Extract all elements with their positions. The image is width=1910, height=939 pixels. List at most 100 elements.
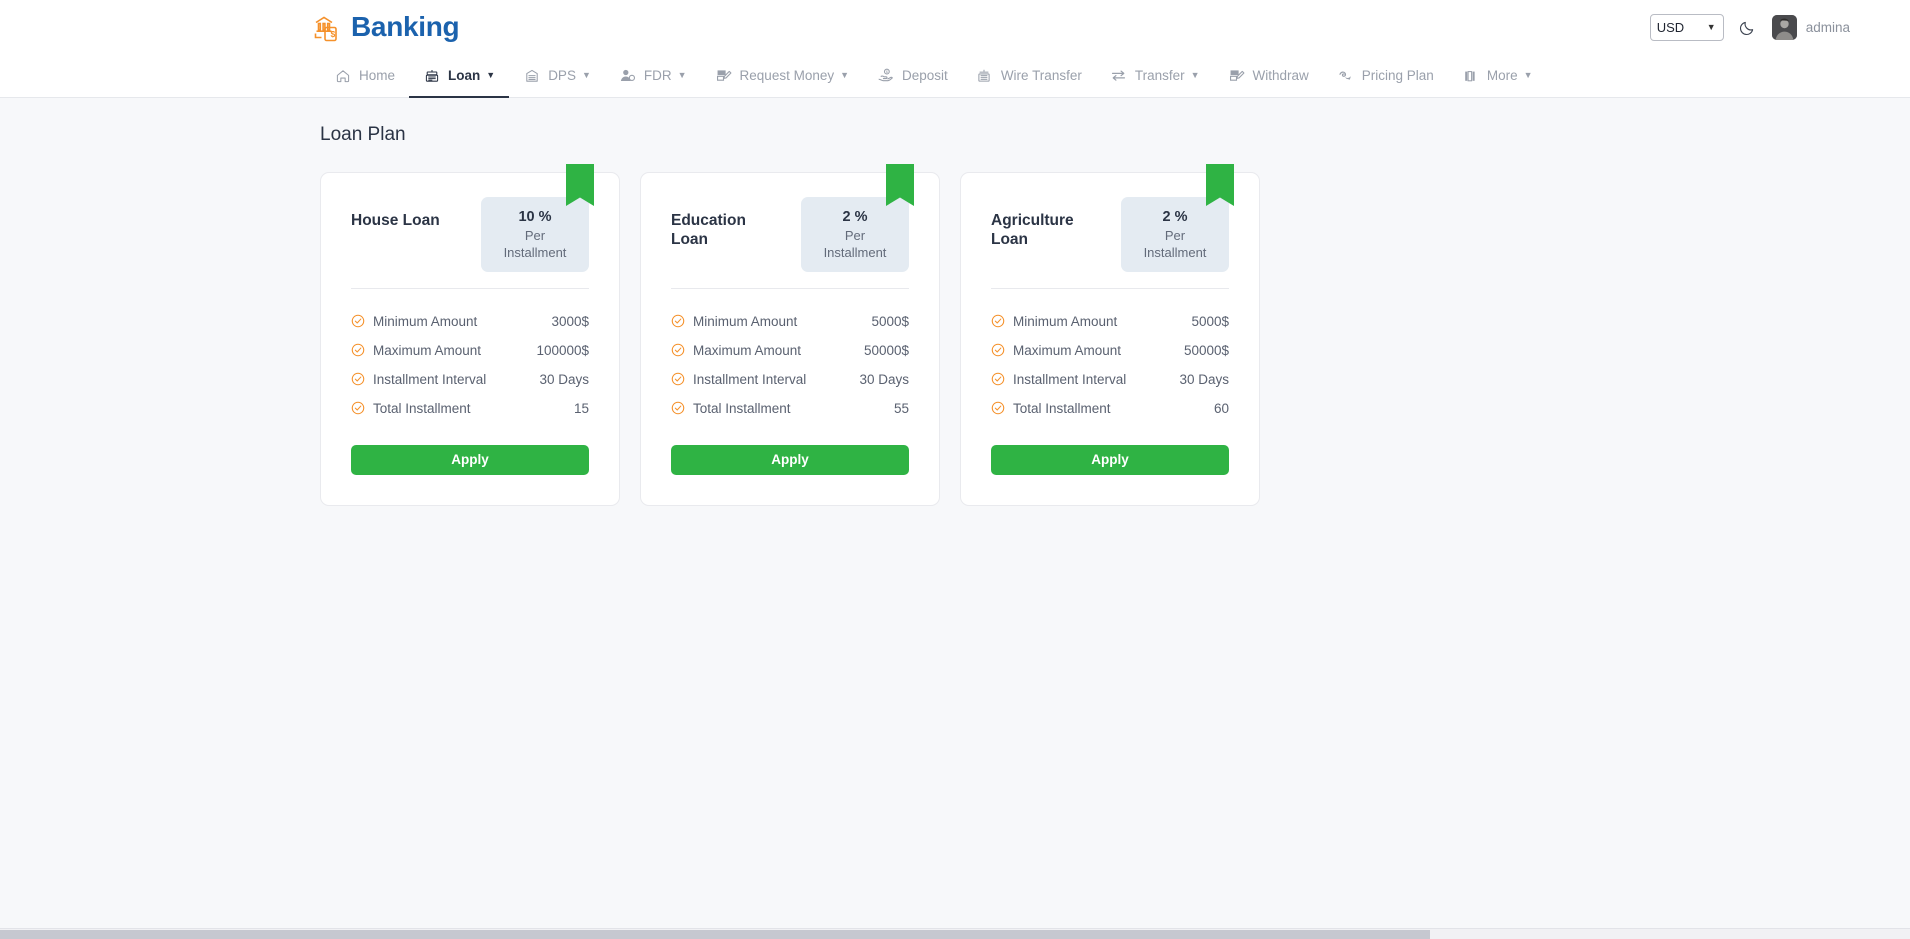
feature-label: Installment Interval	[373, 371, 487, 387]
check-circle-icon	[351, 315, 365, 328]
horizontal-scrollbar[interactable]	[0, 928, 1910, 939]
feature-row: Minimum Amount 5000$	[991, 307, 1229, 336]
feature-row: Total Installment 55	[671, 394, 909, 423]
check-circle-icon	[991, 402, 1005, 415]
brand-logo[interactable]: $ Banking	[311, 10, 460, 44]
feature-label: Maximum Amount	[693, 342, 802, 358]
apply-button[interactable]: Apply	[351, 444, 589, 475]
page-title: Loan Plan	[320, 124, 406, 145]
nav-label: Home	[359, 67, 396, 83]
rate-percent: 2 %	[842, 209, 868, 225]
card-header: Agriculture Loan 2 % Per Installment	[991, 197, 1229, 272]
nav-item-request-money[interactable]: Request Money ▼	[701, 54, 863, 97]
scrollbar-thumb[interactable]	[0, 930, 1430, 939]
feature-label: Total Installment	[1013, 400, 1111, 416]
nav-item-pricing-plan[interactable]: Pricing Plan	[1323, 54, 1448, 97]
feature-label: Minimum Amount	[693, 313, 798, 329]
nav-item-loan[interactable]: Loan ▼	[409, 54, 510, 98]
check-circle-icon	[991, 344, 1005, 357]
feature-value: 50000$	[863, 342, 909, 358]
check-circle-icon	[991, 373, 1005, 386]
transfer-icon	[1110, 67, 1127, 84]
feature-row: Minimum Amount 5000$	[671, 307, 909, 336]
feature-row: Minimum Amount 3000$	[351, 307, 589, 336]
feature-label: Total Installment	[373, 400, 471, 416]
feature-value: 50000$	[1183, 342, 1229, 358]
nav-item-fdr[interactable]: FDR ▼	[605, 54, 701, 97]
topbar-right: USD ▼ admina	[1649, 13, 1850, 41]
loan-plan-title: House Loan	[351, 212, 440, 229]
bank-dollar-icon: $	[311, 10, 345, 44]
feature-list: Minimum Amount 5000$ Maximum Amount 5000…	[991, 307, 1229, 423]
chevron-down-icon: ▼	[486, 70, 496, 80]
ribbon-icon	[886, 164, 914, 206]
card-divider	[991, 287, 1229, 289]
feature-row: Total Installment 60	[991, 394, 1229, 423]
chevron-down-icon: ▼	[1190, 70, 1200, 80]
card-header: House Loan 10 % Per Installment	[351, 197, 589, 272]
more-icon	[1462, 67, 1479, 84]
nav-item-dps[interactable]: DPS ▼	[509, 54, 605, 97]
moon-icon[interactable]	[1738, 17, 1758, 37]
nav-item-deposit[interactable]: $ Deposit	[863, 54, 962, 97]
nav-label: More	[1486, 67, 1518, 83]
currency-select-wrap[interactable]: USD ▼	[1649, 13, 1724, 41]
nav-item-withdraw[interactable]: Withdraw	[1214, 54, 1323, 97]
chevron-down-icon: ▼	[1523, 70, 1533, 80]
feature-label: Minimum Amount	[373, 313, 478, 329]
apply-button[interactable]: Apply	[991, 444, 1229, 475]
nav-label: DPS	[548, 67, 576, 83]
feature-row: Maximum Amount 50000$	[991, 336, 1229, 365]
rate-badge: 2 % Per Installment	[1121, 197, 1229, 272]
feature-value: 30 Days	[859, 371, 909, 387]
feature-value: 100000$	[536, 342, 589, 358]
loan-plan-card: Education Loan 2 % Per Installment Minim…	[640, 164, 940, 506]
brand-name: Banking	[351, 11, 460, 42]
feature-value: 55	[893, 400, 909, 416]
user-menu[interactable]: admina	[1771, 14, 1850, 40]
feature-label: Installment Interval	[693, 371, 807, 387]
feature-label: Maximum Amount	[1013, 342, 1122, 358]
request-money-icon	[715, 67, 732, 84]
feature-row: Installment Interval 30 Days	[991, 365, 1229, 394]
rate-subtitle: Per Installment	[1143, 228, 1207, 260]
feature-label: Installment Interval	[1013, 371, 1127, 387]
nav-label: Loan	[448, 67, 481, 83]
main-navigation: Home Loan ▼ DPS ▼ FDR ▼ Request Money ▼ …	[0, 54, 1910, 98]
feature-value: 5000$	[1191, 313, 1229, 329]
loan-plan-card-list: House Loan 10 % Per Installment Minimum …	[320, 164, 1910, 506]
check-circle-icon	[671, 402, 685, 415]
withdraw-icon	[1228, 67, 1245, 84]
feature-value: 30 Days	[1179, 371, 1229, 387]
apply-button[interactable]: Apply	[671, 444, 909, 475]
feature-row: Total Installment 15	[351, 394, 589, 423]
dps-icon	[523, 67, 540, 84]
nav-label: Deposit	[902, 67, 948, 83]
feature-value: 60	[1213, 400, 1229, 416]
deposit-icon: $	[877, 67, 894, 84]
nav-label: Wire Transfer	[1000, 67, 1082, 83]
feature-label: Minimum Amount	[1013, 313, 1118, 329]
rate-percent: 2 %	[1162, 209, 1188, 225]
check-circle-icon	[671, 373, 685, 386]
check-circle-icon	[351, 402, 365, 415]
check-circle-icon	[991, 315, 1005, 328]
loan-plan-title: Agriculture Loan	[991, 212, 1074, 249]
nav-label: Transfer	[1134, 67, 1185, 83]
feature-row: Maximum Amount 50000$	[671, 336, 909, 365]
nav-label: Pricing Plan	[1361, 67, 1434, 83]
nav-item-home[interactable]: Home	[320, 54, 409, 97]
username-label: admina	[1805, 19, 1850, 35]
fdr-user-icon	[619, 67, 636, 84]
loan-icon	[423, 67, 440, 84]
nav-item-more[interactable]: More ▼	[1448, 54, 1547, 97]
check-circle-icon	[351, 373, 365, 386]
feature-label: Total Installment	[693, 400, 791, 416]
check-circle-icon	[671, 315, 685, 328]
ribbon-icon	[1206, 164, 1234, 206]
currency-select[interactable]: USD	[1649, 13, 1724, 41]
nav-item-transfer[interactable]: Transfer ▼	[1096, 54, 1214, 97]
ribbon-icon	[566, 164, 594, 206]
nav-item-wire-transfer[interactable]: Wire Transfer	[962, 54, 1096, 97]
pricing-plan-icon	[1337, 67, 1354, 84]
